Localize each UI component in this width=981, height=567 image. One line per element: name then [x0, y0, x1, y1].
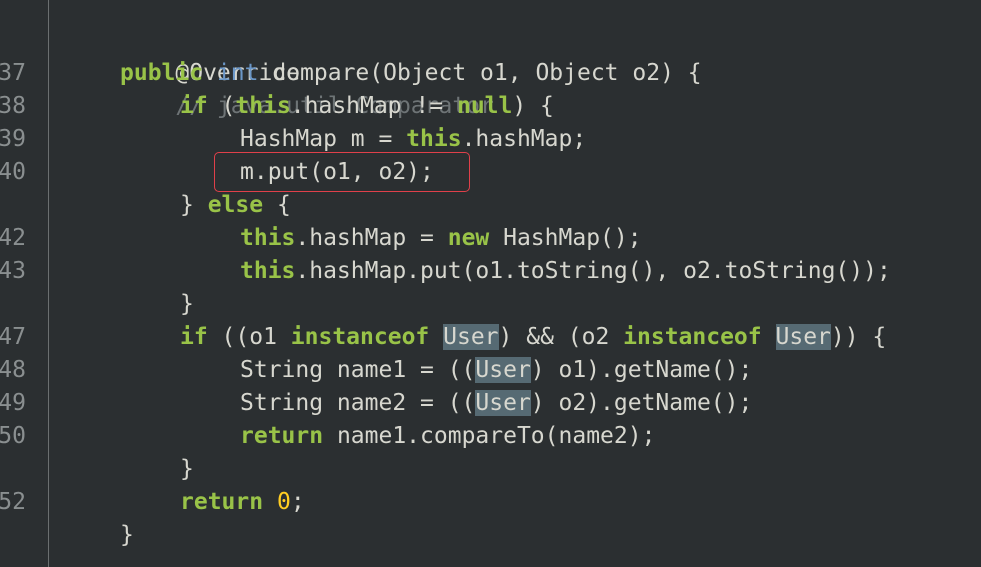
keyword-token: instanceof: [623, 324, 762, 350]
code-token: String name2 = ((: [240, 390, 476, 416]
highlighted-token: User: [443, 324, 499, 350]
line-number: 38: [0, 93, 26, 119]
code-token: {: [263, 192, 291, 218]
type-token: int: [216, 60, 259, 86]
line-number: 40: [0, 159, 26, 185]
code-line: return name1.compareTo(name2);: [240, 420, 655, 453]
code-token: compare(Object o1, Object o2) {: [258, 60, 702, 86]
keyword-token: this: [235, 93, 291, 119]
line-number: 47: [0, 324, 26, 350]
line-number: 52: [0, 489, 26, 515]
code-token: ;: [290, 489, 305, 515]
line-number: 43: [0, 258, 26, 284]
code-line: this.hashMap = new HashMap();: [240, 222, 642, 255]
highlighted-token: User: [775, 324, 831, 350]
line-number: 49: [0, 390, 26, 416]
highlight-box: [214, 152, 470, 192]
line-number: 37: [0, 60, 26, 86]
keyword-token: if: [180, 324, 208, 350]
code-line: }: [180, 453, 194, 486]
code-line: }: [180, 288, 194, 321]
code-token: name1.compareTo(name2);: [323, 423, 656, 449]
line-number: 48: [0, 357, 26, 383]
code-line: return 0;: [180, 486, 305, 519]
code-token: (: [207, 93, 236, 119]
code-line: }: [120, 519, 134, 552]
keyword-token: if: [180, 93, 208, 119]
line-number-gutter: 37 38 39 40 42 43 47 48 49 50 52: [0, 0, 49, 567]
code-line: String name1 = ((User) o1).getName();: [240, 354, 752, 387]
code-line: if (this.hashMap != null) {: [180, 90, 554, 123]
code-token: ) o2).getName();: [530, 390, 753, 416]
code-line: if ((o1 instanceof User) && (o2 instance…: [180, 321, 886, 354]
code-token: }: [180, 456, 194, 482]
code-line: } else {: [180, 189, 291, 222]
code-token: .hashMap =: [295, 225, 448, 251]
code-token: HashMap m =: [240, 126, 407, 152]
code-token: .hashMap;: [461, 126, 587, 152]
keyword-token: instanceof: [290, 324, 430, 350]
keyword-token: this: [240, 258, 296, 284]
keyword-token: null: [456, 93, 513, 119]
code-token: .hashMap !=: [290, 93, 457, 119]
keyword-token: this: [406, 126, 462, 152]
line-number: 42: [0, 225, 26, 251]
line-number: 50: [0, 423, 26, 449]
code-token: ) {: [512, 93, 554, 119]
code-line: public int compare(Object o1, Object o2)…: [120, 57, 702, 90]
code-editor[interactable]: 37 38 39 40 42 43 47 48 49 50 52 @Override // java…: [0, 0, 981, 567]
annotation-line: @Override // java.util.Comparator: [120, 24, 494, 119]
code-token: }: [120, 522, 134, 548]
keyword-token: return: [240, 423, 324, 449]
keyword-token: new: [447, 225, 490, 251]
code-token: }: [180, 192, 208, 218]
code-line: this.hashMap.put(o1.toString(), o2.toStr…: [240, 255, 891, 288]
number-token: 0: [276, 489, 291, 515]
code-token: .hashMap.put(o1.toString(), o2.toString(…: [295, 258, 891, 284]
code-token: String name1 = ((: [240, 357, 476, 383]
keyword-token: public: [120, 60, 204, 86]
keyword-token: return: [180, 489, 264, 515]
highlighted-token: User: [475, 357, 531, 383]
code-line: String name2 = ((User) o2).getName();: [240, 387, 752, 420]
code-token: ((o1: [207, 324, 291, 350]
code-token: ) o1).getName();: [530, 357, 753, 383]
code-token: }: [180, 291, 194, 317]
code-token: )) {: [830, 324, 887, 350]
line-number: 39: [0, 126, 26, 152]
keyword-token: else: [207, 192, 264, 218]
code-token: HashMap();: [489, 225, 642, 251]
code-token: ) && (o2: [498, 324, 624, 350]
keyword-token: this: [240, 225, 296, 251]
highlighted-token: User: [475, 390, 531, 416]
